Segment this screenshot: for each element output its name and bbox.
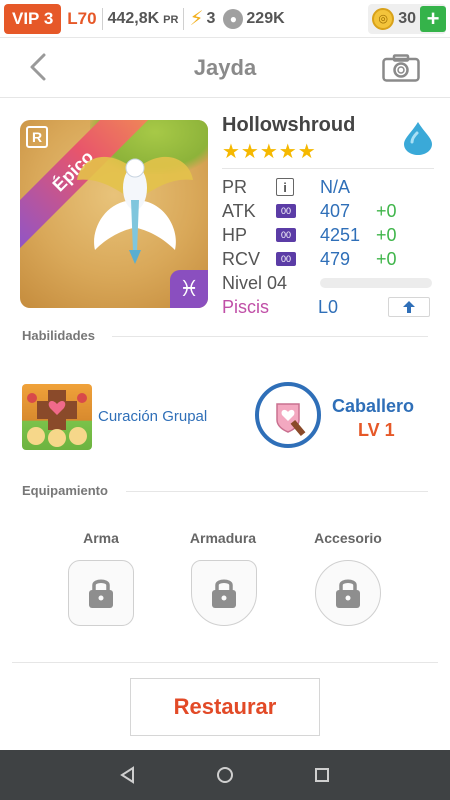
slot-label-weapon: Arma [83, 530, 119, 546]
power-value: 442,8K [107, 9, 160, 27]
rank-badge: R [26, 126, 48, 148]
stat-key: HP [222, 224, 248, 245]
lock-icon [212, 579, 236, 608]
stat-bonus: +0 [376, 224, 397, 245]
stat-key: RCV [222, 248, 261, 269]
paw-value: 229K [246, 9, 285, 27]
restore-button[interactable]: Restaurar [130, 678, 320, 736]
energy-value: 3 [206, 9, 216, 27]
coin-icon: ◎ [372, 7, 395, 30]
status-bar: VIP 3 L70 442,8K PR ⚡ 3 ● 229K ◎ 30 + [0, 0, 450, 38]
weapon-slot[interactable] [68, 560, 134, 626]
paw-icon: ● [223, 8, 244, 29]
stat-value: 479 [320, 248, 351, 269]
stat-value: N/A [320, 176, 351, 197]
stat-row-pr: PR i N/A [222, 175, 434, 199]
stat-bonus: +0 [376, 200, 397, 221]
divider [222, 168, 434, 169]
divider [112, 336, 428, 337]
vip-badge[interactable]: VIP 3 [4, 3, 62, 34]
page-title: Jayda [193, 54, 257, 80]
stat-row-rcv: RCV 00 479 +0 [222, 247, 434, 271]
power-unit: PR [163, 13, 179, 26]
zodiac-row: Piscis L0 [222, 295, 434, 319]
slot-label-accessory: Accesorio [314, 530, 382, 546]
zodiac-level: L0 [318, 296, 339, 317]
stat-badge: 00 [276, 204, 296, 218]
stat-row-atk: ATK 00 407 +0 [222, 199, 434, 223]
stat-key: ATK [222, 200, 256, 221]
lock-icon [89, 579, 113, 608]
stat-badge: 00 [276, 252, 296, 266]
zodiac-name: Piscis [222, 296, 270, 317]
stat-bonus: +0 [376, 248, 397, 269]
stat-key: PR [222, 176, 248, 197]
zodiac-pisces-icon: ♓ [170, 270, 208, 308]
slot-label-armor: Armadura [189, 530, 257, 546]
level-label: Nivel 04 [222, 272, 288, 293]
stat-value: 407 [320, 200, 351, 221]
level-row: Nivel 04 [222, 271, 434, 295]
skills-section-title: Habilidades [22, 328, 95, 343]
hero-portrait[interactable]: R Épico ♓ [20, 120, 208, 308]
equipment-section-title: Equipamiento [22, 483, 108, 498]
water-element-icon [404, 122, 432, 155]
home-circle-icon[interactable] [215, 765, 235, 785]
info-icon[interactable]: i [276, 178, 294, 196]
divider [101, 7, 103, 30]
energy-stat[interactable]: ⚡ 3 [189, 9, 215, 29]
power-rating: 442,8K PR [108, 10, 179, 28]
screen: VIP 3 L70 442,8K PR ⚡ 3 ● 229K ◎ 30 + Ja… [0, 0, 450, 800]
page-header: Jayda [0, 38, 450, 98]
lock-icon [336, 579, 360, 608]
divider [183, 7, 185, 30]
accessory-slot[interactable] [315, 560, 381, 626]
back-triangle-icon[interactable] [118, 765, 138, 785]
player-level: L70 [67, 8, 97, 28]
stat-row-hp: HP 00 4251 +0 [222, 223, 434, 247]
class-level: LV 1 [358, 420, 395, 440]
divider [126, 491, 428, 492]
level-progress-bar [320, 278, 432, 288]
upgrade-zodiac-button[interactable] [388, 297, 430, 317]
class-name: Caballero [332, 396, 415, 416]
back-chevron-icon[interactable] [24, 52, 54, 82]
skill-heal-icon[interactable] [22, 384, 92, 450]
gem-stat[interactable]: ◎ 30 + [368, 3, 446, 34]
paw-stat[interactable]: ● 229K [223, 8, 285, 29]
hero-info: Hollowshroud ★★★★★ PR i N/A ATK 00 407 +… [222, 114, 434, 319]
armor-slot[interactable] [191, 560, 257, 626]
stat-value: 4251 [320, 224, 361, 245]
hero-sprite-icon [77, 156, 193, 264]
add-gems-button[interactable]: + [420, 5, 446, 32]
skill-name[interactable]: Curación Grupal [98, 408, 207, 425]
arrow-up-icon [403, 301, 415, 313]
gem-value: 30 [398, 9, 416, 27]
recents-square-icon[interactable] [312, 765, 332, 785]
system-nav-bar [0, 750, 450, 800]
stat-badge: 00 [276, 228, 296, 242]
camera-icon[interactable] [382, 54, 420, 82]
lightning-icon: ⚡ [189, 7, 204, 30]
divider [12, 662, 438, 663]
class-knight-icon[interactable] [255, 382, 321, 448]
